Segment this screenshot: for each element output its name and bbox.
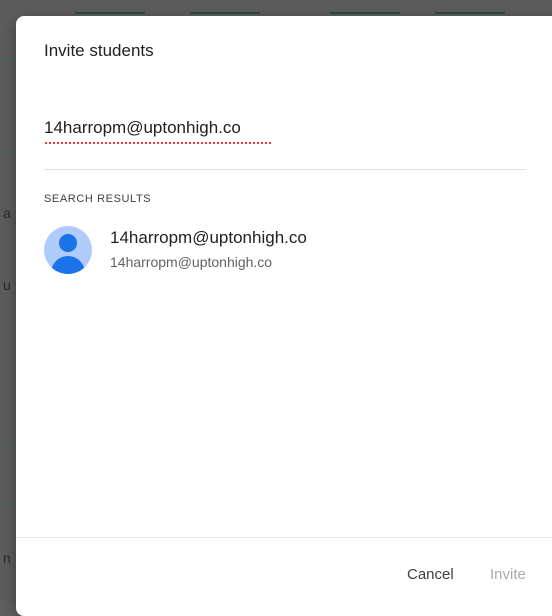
result-email: 14harropm@uptonhigh.co <box>110 254 273 270</box>
invite-button[interactable]: Invite <box>490 566 526 583</box>
background-letter: u <box>3 277 11 293</box>
search-result-item[interactable]: 14harropm@uptonhigh.co 14harropm@uptonhi… <box>44 226 524 276</box>
person-icon <box>44 226 92 274</box>
cancel-button[interactable]: Cancel <box>407 566 454 583</box>
background-tab <box>190 2 260 14</box>
input-underline <box>44 169 526 170</box>
background-tab <box>435 2 505 14</box>
dialog-title: Invite students <box>44 41 154 60</box>
spellcheck-underline <box>44 142 271 146</box>
background-letter: a <box>3 205 11 221</box>
background-tab <box>75 2 145 14</box>
search-results-label: SEARCH RESULTS <box>44 193 152 205</box>
result-name: 14harropm@uptonhigh.co <box>110 228 307 247</box>
background-tab <box>330 2 400 14</box>
footer-divider <box>16 537 552 538</box>
student-search-input[interactable] <box>44 118 504 138</box>
background-letter: n <box>3 550 11 566</box>
invite-students-dialog: Invite students SEARCH RESULTS 14harropm… <box>16 16 552 616</box>
